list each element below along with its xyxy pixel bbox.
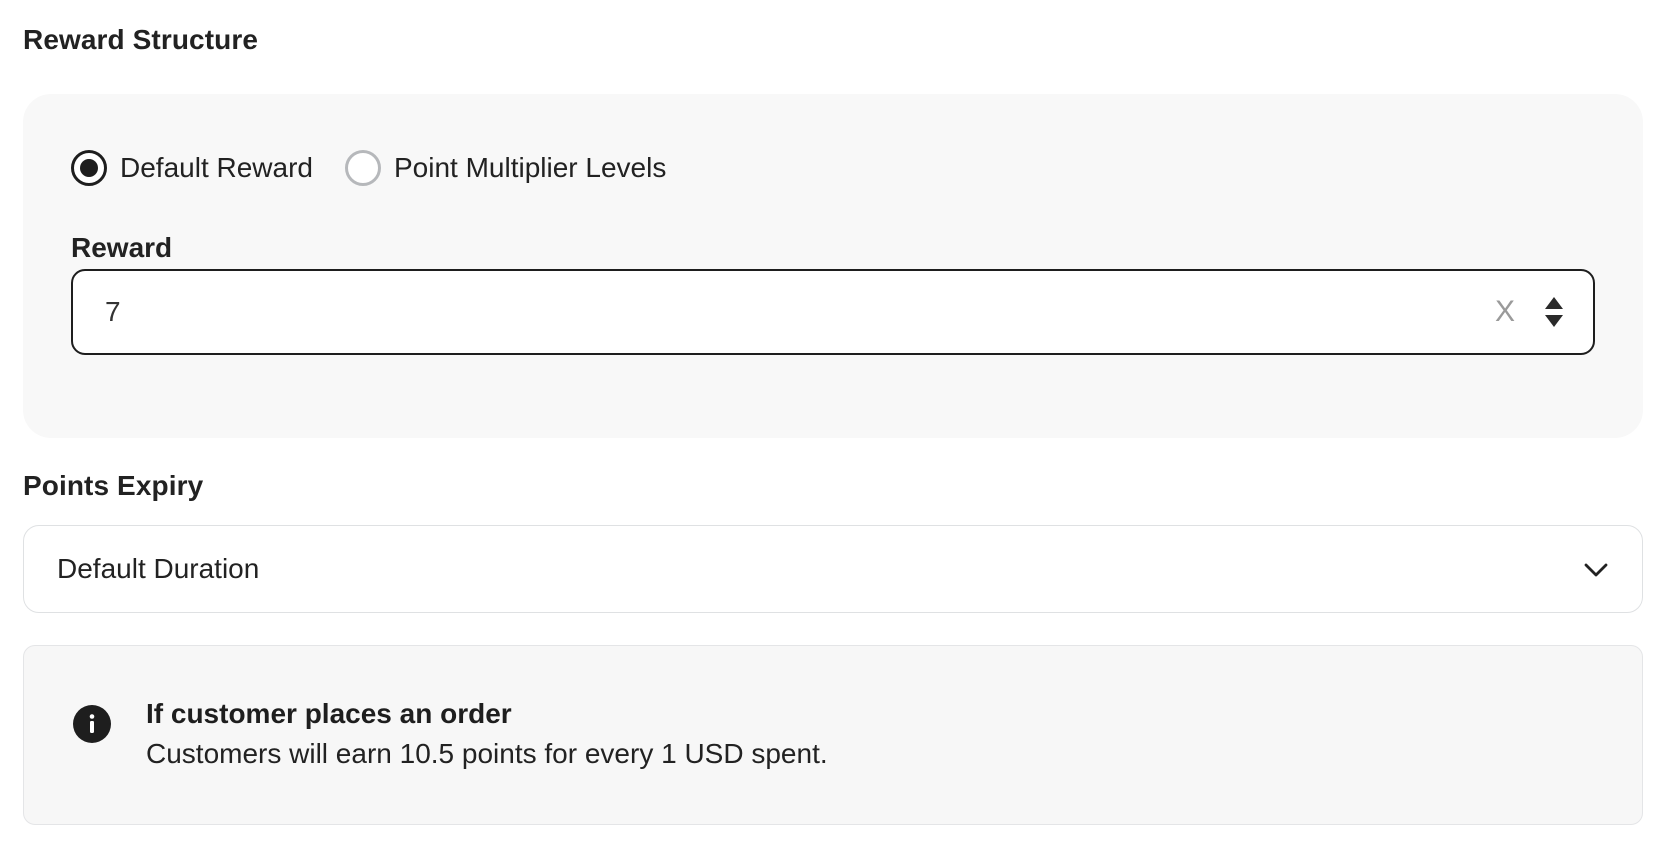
info-callout: If customer places an order Customers wi… bbox=[23, 645, 1643, 825]
radio-option-point-multiplier-levels[interactable]: Point Multiplier Levels bbox=[344, 150, 667, 186]
radio-label-point-multiplier-levels: Point Multiplier Levels bbox=[393, 152, 667, 183]
info-circle-icon bbox=[72, 704, 112, 744]
info-text: Customers will earn 10.5 points for ever… bbox=[146, 738, 828, 769]
reward-multiplier-suffix: X bbox=[1494, 295, 1515, 328]
reward-type-radio-group: Default Reward Point Multiplier Levels bbox=[71, 150, 698, 186]
reward-field-label: Reward bbox=[71, 232, 173, 263]
radio-option-default-reward[interactable]: Default Reward bbox=[71, 150, 313, 186]
sort-up-down-icon[interactable] bbox=[1543, 295, 1565, 331]
reward-structure-card: Default Reward Point Multiplier Levels R… bbox=[23, 94, 1643, 438]
points-expiry-select[interactable]: Default Duration bbox=[23, 525, 1643, 613]
chevron-down-icon[interactable] bbox=[1582, 556, 1610, 584]
reward-input[interactable]: 7 X bbox=[71, 269, 1595, 355]
radio-button-checked[interactable] bbox=[71, 150, 107, 186]
reward-input-value[interactable]: 7 bbox=[105, 296, 121, 328]
radio-button-unchecked[interactable] bbox=[344, 150, 381, 186]
info-title: If customer places an order bbox=[146, 698, 512, 729]
radio-label-default-reward: Default Reward bbox=[120, 152, 313, 183]
points-expiry-title: Points Expiry bbox=[23, 470, 204, 501]
points-expiry-selected-value: Default Duration bbox=[57, 553, 260, 584]
reward-structure-title: Reward Structure bbox=[23, 24, 258, 55]
